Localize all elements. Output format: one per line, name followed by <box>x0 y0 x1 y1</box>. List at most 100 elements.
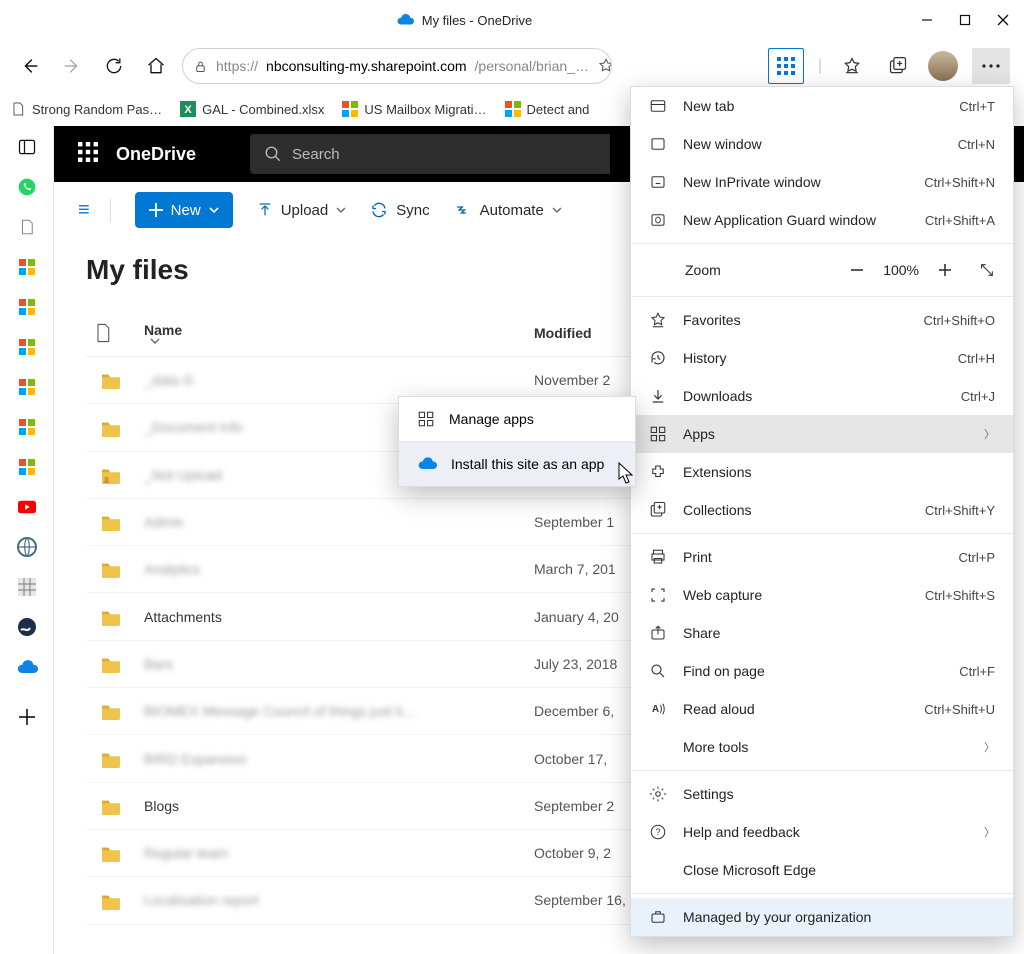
ms-logo-icon[interactable] <box>16 416 38 438</box>
file-name[interactable]: Attachments <box>136 593 526 640</box>
chevron-down-icon <box>552 207 562 213</box>
new-button[interactable]: New <box>135 192 233 228</box>
menu-web-capture[interactable]: Web captureCtrl+Shift+S <box>631 576 1013 614</box>
menu-find-on-page[interactable]: Find on pageCtrl+F <box>631 652 1013 690</box>
zoom-out-button[interactable] <box>849 262 865 278</box>
spreadsheet-icon[interactable] <box>16 576 38 598</box>
find-icon <box>649 662 667 680</box>
file-name[interactable]: BIRD Expansion <box>136 735 526 782</box>
automate-button[interactable]: Automate <box>454 201 562 219</box>
search-placeholder: Search <box>292 146 340 163</box>
window-close-button[interactable] <box>996 13 1010 27</box>
name-column-header[interactable]: Name <box>136 310 526 357</box>
chevron-down-icon <box>150 338 160 344</box>
folder-icon <box>86 404 136 451</box>
menu-help[interactable]: ?Help and feedback〉 <box>631 813 1013 851</box>
submenu-install-site[interactable]: Install this site as an app <box>399 442 635 486</box>
menu-app-guard[interactable]: New Application Guard windowCtrl+Shift+A <box>631 201 1013 239</box>
page-icon[interactable] <box>16 216 38 238</box>
toolbar-divider: | <box>818 57 822 75</box>
menu-apps[interactable]: Apps〉 <box>631 415 1013 453</box>
round-app-icon[interactable] <box>16 616 38 638</box>
site-info-lock-icon[interactable] <box>193 59 208 74</box>
ms-logo-icon[interactable] <box>16 336 38 358</box>
file-name[interactable]: BIOMEX Message Council of things just li… <box>136 688 526 735</box>
bookmark-label: Strong Random Pas… <box>32 102 162 117</box>
new-tab-icon <box>649 97 667 115</box>
whatsapp-icon[interactable] <box>16 176 38 198</box>
menu-extensions[interactable]: Extensions <box>631 453 1013 491</box>
nav-refresh-button[interactable] <box>98 50 130 82</box>
favorites-button[interactable] <box>836 50 868 82</box>
menu-share[interactable]: Share <box>631 614 1013 652</box>
menu-new-tab[interactable]: New tabCtrl+T <box>631 87 1013 125</box>
menu-managed-by-org[interactable]: Managed by your organization <box>631 898 1013 936</box>
menu-new-window[interactable]: New windowCtrl+N <box>631 125 1013 163</box>
bookmark-item[interactable]: X GAL - Combined.xlsx <box>180 101 324 117</box>
folder-icon <box>86 546 136 593</box>
onedrive-tab[interactable] <box>16 656 38 678</box>
menu-inprivate[interactable]: New InPrivate windowCtrl+Shift+N <box>631 163 1013 201</box>
file-name[interactable]: Blogs <box>136 782 526 829</box>
settings-menu-button[interactable] <box>972 48 1010 84</box>
fullscreen-button[interactable] <box>979 262 995 278</box>
app-launcher-button[interactable] <box>768 48 804 84</box>
apps-icon <box>417 410 435 428</box>
folder-icon <box>86 829 136 876</box>
excel-icon: X <box>180 101 196 117</box>
menu-history[interactable]: HistoryCtrl+H <box>631 339 1013 377</box>
file-name[interactable]: Bars <box>136 640 526 687</box>
ms-logo-icon[interactable] <box>16 296 38 318</box>
menu-collections[interactable]: CollectionsCtrl+Shift+Y <box>631 491 1013 529</box>
globe-icon[interactable] <box>16 536 38 558</box>
collections-button[interactable] <box>882 50 914 82</box>
nav-back-button[interactable] <box>14 50 46 82</box>
folder-icon <box>86 688 136 735</box>
gear-icon <box>649 785 667 803</box>
bookmark-item[interactable]: US Mailbox Migrati… <box>342 101 486 117</box>
ms-logo-icon[interactable] <box>16 376 38 398</box>
new-tab-button[interactable] <box>16 706 38 728</box>
automate-icon <box>454 201 472 219</box>
nav-toggle-button[interactable]: ≡ <box>78 199 111 222</box>
address-bar[interactable]: https://nbconsulting-my.sharepoint.com/p… <box>182 48 612 84</box>
menu-settings[interactable]: Settings <box>631 775 1013 813</box>
profile-avatar-button[interactable] <box>928 51 958 81</box>
add-favorite-icon[interactable]: + <box>597 57 612 75</box>
file-name[interactable]: Admin <box>136 498 526 545</box>
window-maximize-button[interactable] <box>958 13 972 27</box>
page-icon <box>10 101 26 117</box>
file-name[interactable]: Regular team <box>136 829 526 876</box>
inprivate-icon <box>649 173 667 191</box>
nav-forward-button[interactable] <box>56 50 88 82</box>
bookmark-item[interactable]: Strong Random Pas… <box>10 101 162 117</box>
vertical-tabs-toggle-button[interactable] <box>16 136 38 158</box>
nav-home-button[interactable] <box>140 50 172 82</box>
window-minimize-button[interactable] <box>920 13 934 27</box>
sync-button[interactable]: Sync <box>370 201 429 219</box>
menu-favorites[interactable]: FavoritesCtrl+Shift+O <box>631 301 1013 339</box>
youtube-icon[interactable] <box>16 496 38 518</box>
menu-read-aloud[interactable]: ARead aloudCtrl+Shift+U <box>631 690 1013 728</box>
menu-close-edge[interactable]: Close Microsoft Edge <box>631 851 1013 889</box>
app-launcher-icon[interactable] <box>78 142 102 166</box>
submenu-manage-apps[interactable]: Manage apps <box>399 397 635 441</box>
zoom-in-button[interactable] <box>937 262 953 278</box>
app-guard-icon <box>649 211 667 229</box>
ms-logo-icon[interactable] <box>16 456 38 478</box>
file-name[interactable]: Localisation report <box>136 877 526 924</box>
search-box[interactable]: Search <box>250 134 610 174</box>
file-name[interactable]: Analytics <box>136 546 526 593</box>
upload-button[interactable]: Upload <box>257 202 347 219</box>
menu-more-tools[interactable]: More tools〉 <box>631 728 1013 766</box>
menu-downloads[interactable]: DownloadsCtrl+J <box>631 377 1013 415</box>
chevron-down-icon <box>209 207 219 213</box>
menu-print[interactable]: PrintCtrl+P <box>631 538 1013 576</box>
bookmark-item[interactable]: Detect and <box>505 101 590 117</box>
bookmark-label: US Mailbox Migrati… <box>364 102 486 117</box>
download-icon <box>649 387 667 405</box>
submenu-install-site-label: Install this site as an app <box>451 456 604 472</box>
share-icon <box>649 624 667 642</box>
ms-logo-icon[interactable] <box>16 256 38 278</box>
apps-icon <box>649 425 667 443</box>
